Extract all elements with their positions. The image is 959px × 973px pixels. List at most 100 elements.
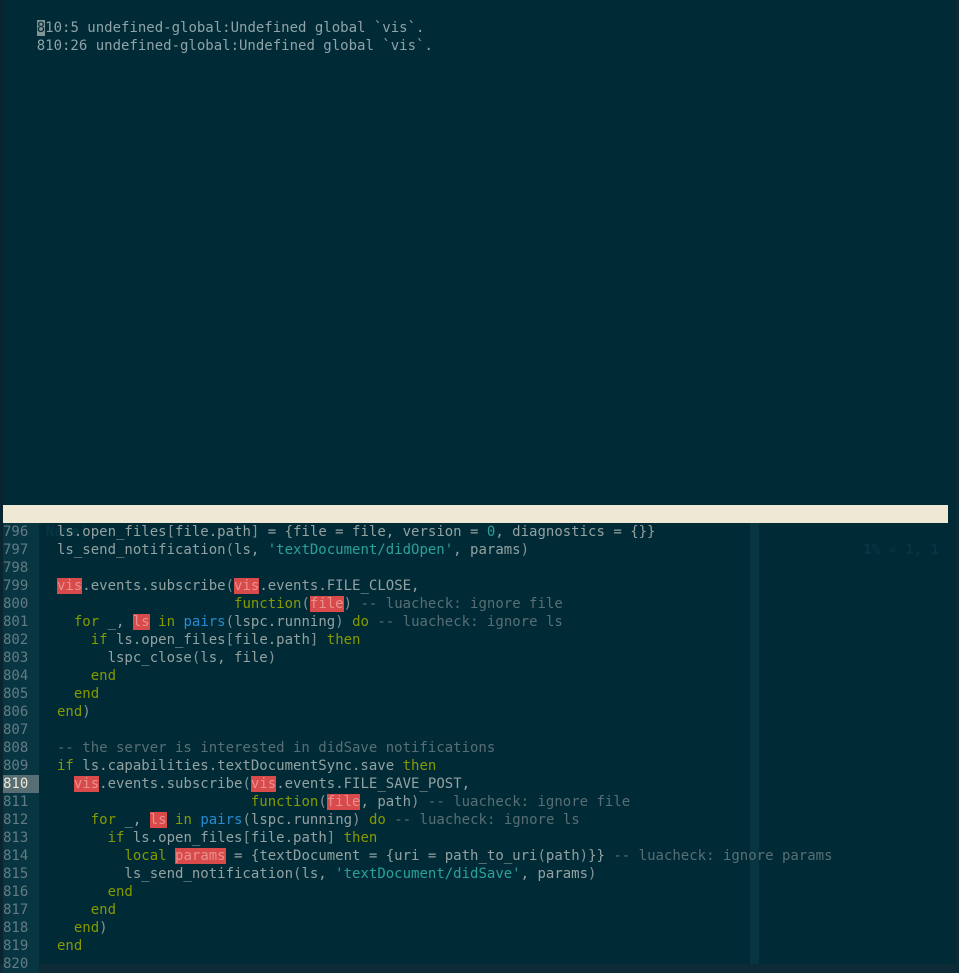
code-line[interactable]: if ls.open_files[file.path] then — [57, 829, 378, 847]
code-token: ls, — [301, 866, 336, 882]
code-token: ) — [588, 866, 597, 882]
line-number: 815 — [3, 865, 39, 883]
line-number: 817 — [3, 901, 39, 919]
code-token: ls_send_notification — [57, 542, 226, 558]
line-number: 797 — [3, 541, 39, 559]
code-line[interactable]: end — [57, 667, 116, 685]
code-token: ) — [352, 812, 361, 828]
code-token: ( — [318, 794, 327, 810]
code-token: end — [90, 902, 117, 918]
code-token: -- luacheck: ignore file — [352, 596, 563, 612]
code-token: file.path — [250, 830, 327, 846]
line-number: 800 — [3, 595, 39, 613]
code-line[interactable]: ls.open_files[file.path] = {file = file,… — [57, 523, 655, 541]
code-token: end — [57, 938, 83, 954]
code-token: ls.open_files — [57, 524, 167, 540]
line-number: 819 — [3, 937, 39, 955]
code-token: in — [158, 614, 176, 630]
code-token: do — [368, 812, 386, 828]
diagnostic-highlight: params — [175, 848, 226, 864]
code-token: ) — [335, 614, 344, 630]
code-token: if — [90, 632, 108, 648]
code-token: end — [57, 704, 83, 720]
status-position: 1% « 1, 1 — [863, 542, 939, 558]
code-line[interactable]: lspc_close(ls, file) — [57, 649, 277, 667]
code-token: path — [545, 848, 580, 864]
code-token: then — [343, 830, 378, 846]
code-token: ) — [579, 848, 589, 864]
code-token: file.path — [234, 632, 310, 648]
code-line[interactable]: end — [57, 901, 116, 919]
code-line[interactable]: for _, ls in pairs(lspc.running) do -- l… — [57, 811, 580, 829]
code-line[interactable]: if ls.open_files[file.path] then — [57, 631, 361, 649]
code-line[interactable]: vis.events.subscribe(vis.events.FILE_SAV… — [57, 775, 470, 793]
line-number: 810 — [3, 775, 39, 793]
diagnostic-highlight: file — [326, 794, 361, 810]
code-token: = {textDocument = {uri = path_to_uri — [225, 848, 538, 864]
line-number: 813 — [3, 829, 39, 847]
code-line[interactable]: vis.events.subscribe(vis.events.FILE_CLO… — [57, 577, 419, 595]
code-line[interactable]: ls_send_notification(ls, 'textDocument/d… — [57, 541, 529, 559]
code-token: local — [124, 848, 167, 864]
code-line[interactable]: function(file) -- luacheck: ignore file — [57, 595, 563, 613]
code-line[interactable]: if ls.capabilities.textDocumentSync.save… — [57, 757, 436, 775]
code-line[interactable]: end — [57, 883, 133, 901]
code-token: [ — [225, 632, 235, 648]
code-token: 'textDocument/didOpen' — [267, 542, 454, 558]
code-token: end — [90, 668, 117, 684]
code-line[interactable]: end — [57, 685, 99, 703]
code-token: -- luacheck: ignore ls — [385, 812, 580, 828]
code-token: end — [73, 686, 100, 702]
code-token: ( — [225, 614, 235, 630]
color-column — [750, 523, 759, 964]
code-token: -- luacheck: ignore ls — [368, 614, 563, 630]
code-line[interactable]: for _, ls in pairs(lspc.running) do -- l… — [57, 613, 563, 631]
diagnostic-highlight: vis — [57, 578, 83, 594]
code-token: pairs — [183, 614, 226, 630]
code-line[interactable]: end — [57, 937, 82, 955]
line-number: 812 — [3, 811, 39, 829]
line-number: 804 — [3, 667, 39, 685]
code-token: do — [352, 614, 369, 630]
code-line[interactable]: ls_send_notification(ls, 'textDocument/d… — [57, 865, 596, 883]
code-token: ls_send_notification — [57, 866, 294, 882]
code-token: ) — [267, 650, 277, 666]
code-token: ( — [242, 776, 251, 792]
code-token: lspc_close — [57, 650, 192, 666]
code-line[interactable]: function(file, path) -- luacheck: ignore… — [57, 793, 630, 811]
line-number: 802 — [3, 631, 39, 649]
code-token: .events.subscribe — [99, 776, 243, 792]
code-token: for — [73, 614, 100, 630]
code-token: ( — [242, 812, 251, 828]
line-number: 808 — [3, 739, 39, 757]
code-line[interactable]: end) — [57, 703, 91, 721]
diagnostic-line[interactable]: 810:26 undefined-global:Undefined global… — [3, 19, 433, 54]
code-token: in — [175, 812, 192, 828]
code-token: 'textDocument/didSave' — [335, 866, 521, 882]
code-token: ( — [225, 542, 235, 558]
code-line[interactable]: end) — [57, 919, 108, 937]
diagnostic-line[interactable]: 810:5 undefined-global:Undefined global … — [3, 1, 424, 36]
code-token: ) — [343, 596, 353, 612]
code-token: ls.open_files — [107, 632, 226, 648]
diagnostic-highlight: file — [309, 596, 344, 612]
code-token: ( — [225, 578, 235, 594]
diagnostic-highlight: vis — [73, 776, 100, 792]
code-token: then — [326, 632, 361, 648]
code-token: -- luacheck: ignore params — [604, 848, 833, 864]
diagnostic-highlight: ls — [132, 614, 150, 630]
code-token: ) — [82, 704, 91, 720]
line-number: 811 — [3, 793, 39, 811]
code-token: .events.FILE_CLOSE, — [259, 578, 420, 594]
code-line[interactable]: -- the server is interested in didSave n… — [57, 739, 495, 757]
code-line[interactable]: local params = {textDocument = {uri = pa… — [57, 847, 833, 865]
code-token: ) — [520, 542, 530, 558]
